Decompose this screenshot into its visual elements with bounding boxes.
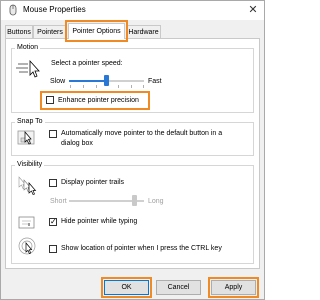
snap-to-group (11, 122, 254, 156)
hide-pointer-checkbox[interactable] (49, 217, 57, 227)
snap-to-group-label: Snap To (15, 118, 45, 126)
show-location-checkbox[interactable] (49, 245, 57, 253)
speed-slider-fill (69, 80, 106, 82)
enhance-precision-label: Enhance pointer precision (58, 97, 139, 104)
speed-slider-thumb[interactable] (104, 75, 109, 86)
speed-tick (96, 85, 97, 88)
long-label: Long (148, 198, 164, 205)
show-location-label: Show location of pointer when I press th… (61, 245, 222, 252)
snap-to-checkbox[interactable] (49, 130, 57, 138)
trail-slider-thumb[interactable] (132, 195, 137, 206)
pointer-trails-checkbox[interactable] (49, 179, 57, 187)
snap-to-label-line1: Automatically move pointer to the defaul… (61, 130, 223, 137)
enhance-precision-row[interactable]: Enhance pointer precision (40, 91, 150, 110)
tab-pointers[interactable]: Pointers (33, 25, 67, 38)
mouse-properties-window: Mouse Properties ✕ Buttons Pointers Poin… (0, 0, 265, 300)
speed-tick (70, 85, 71, 88)
ok-button[interactable]: OK (101, 277, 152, 298)
show-location-icon (17, 235, 39, 259)
pointer-speed-label: Select a pointer speed: (51, 60, 123, 67)
pointer-options-panel: Motion Select a pointer speed: Slow Fast (5, 38, 260, 269)
speed-tick (83, 85, 84, 88)
close-icon[interactable]: ✕ (246, 3, 260, 17)
speed-tick (131, 85, 132, 88)
cancel-button[interactable]: Cancel (156, 280, 201, 295)
speed-tick (143, 85, 144, 88)
motion-group-label: Motion (15, 44, 41, 52)
title-bar: Mouse Properties ✕ (1, 1, 264, 20)
slow-label: Slow (50, 78, 66, 85)
mouse-icon (7, 4, 19, 16)
apply-button[interactable]: Apply (208, 277, 259, 298)
short-label: Short (50, 198, 67, 205)
visibility-group-label: Visibility (15, 161, 45, 169)
speed-tick (118, 85, 119, 88)
tab-buttons[interactable]: Buttons (5, 25, 33, 38)
snap-to-label-line2: dialog box (61, 140, 93, 147)
pointer-speed-icon (16, 59, 42, 81)
pointer-trails-icon (17, 175, 41, 199)
pointer-trails-label: Display pointer trails (61, 179, 125, 186)
tab-hardware[interactable]: Hardware (126, 25, 161, 38)
snap-to-icon (17, 128, 37, 150)
hide-pointer-label: Hide pointer while typing (61, 218, 138, 225)
enhance-precision-checkbox[interactable] (46, 96, 54, 104)
window-title: Mouse Properties (23, 5, 86, 14)
fast-label: Fast (148, 78, 162, 85)
hide-pointer-icon (17, 213, 39, 235)
tab-pointer-options[interactable]: Pointer Options (65, 20, 128, 42)
